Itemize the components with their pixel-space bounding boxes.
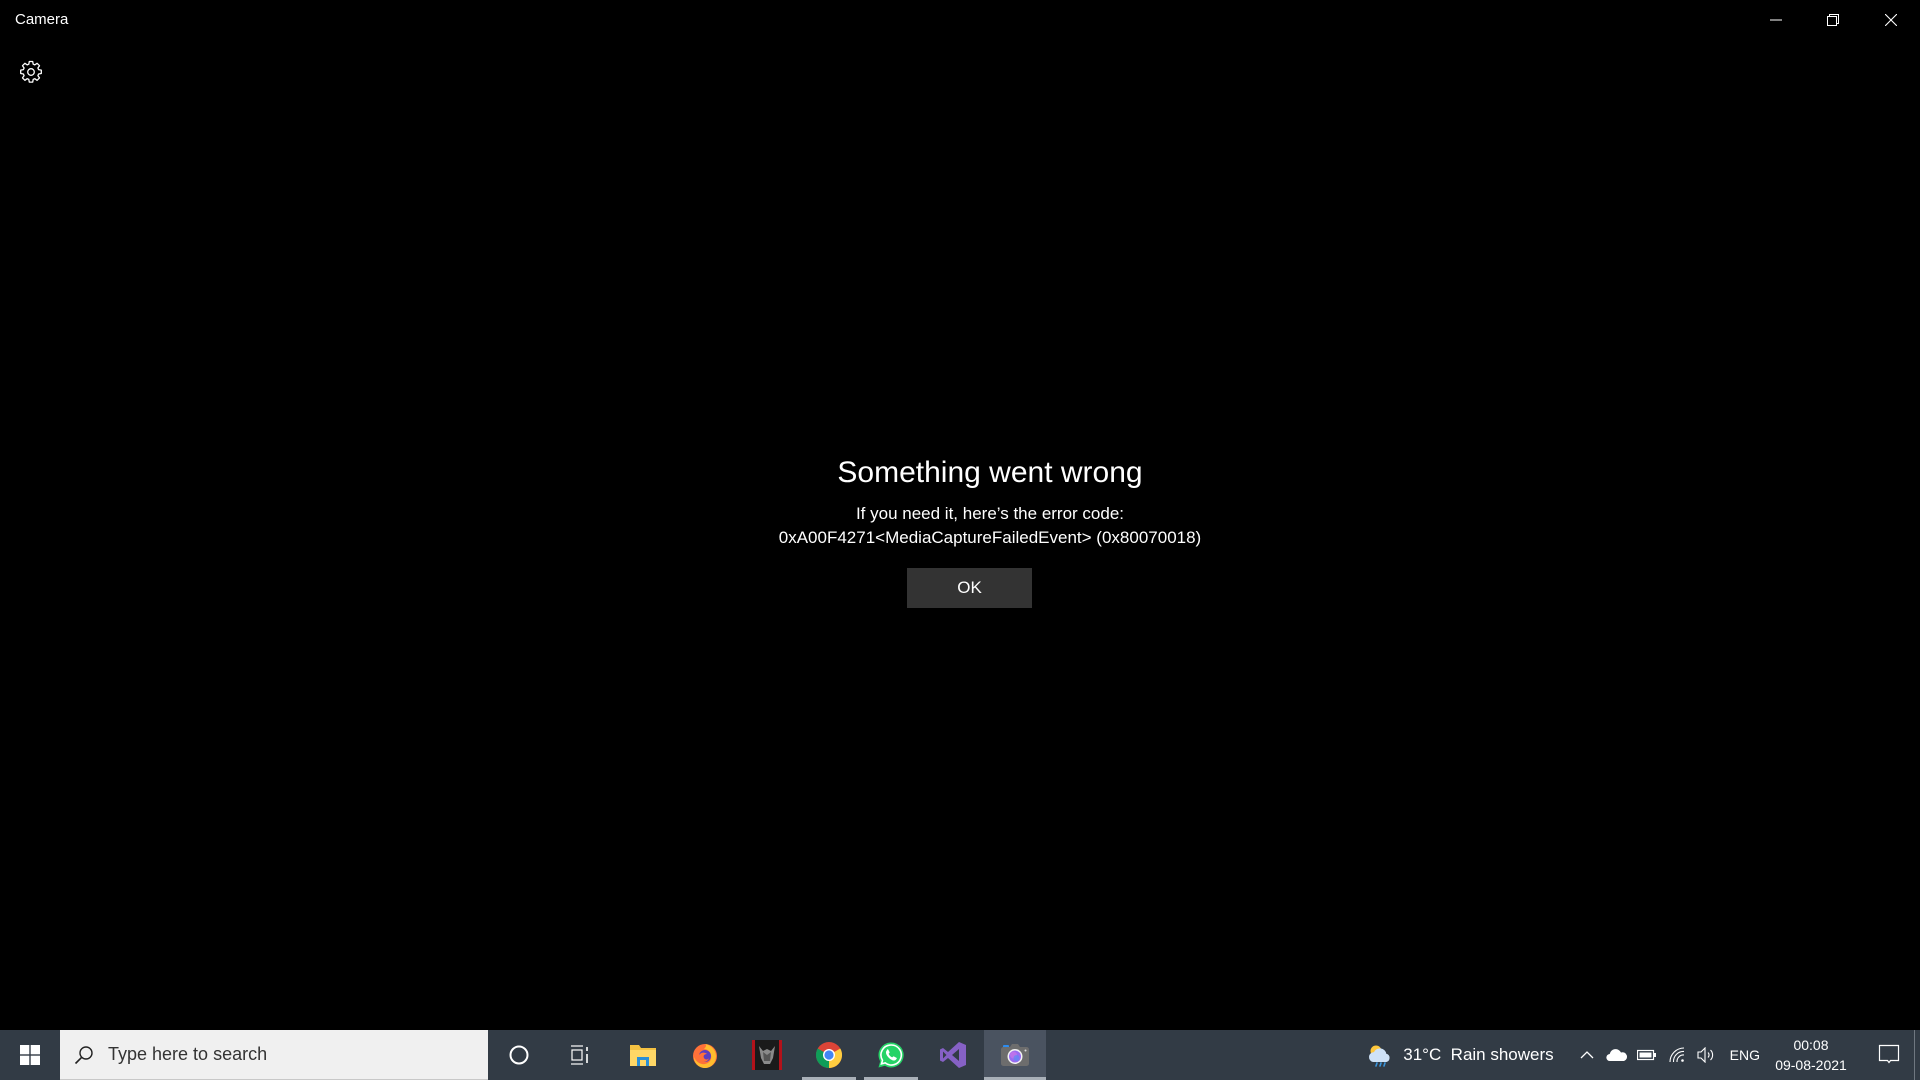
gear-icon [20,60,42,83]
system-tray: 31°C Rain showers ENG 00:08 09-08-2021 [1367,1030,1920,1080]
volume-button[interactable] [1692,1030,1722,1080]
minimize-icon [1770,19,1782,21]
action-center-button[interactable] [1864,1030,1914,1080]
clock[interactable]: 00:08 09-08-2021 [1772,1035,1850,1075]
action-center-icon [1878,1044,1900,1064]
weather-widget[interactable]: 31°C Rain showers [1367,1043,1554,1067]
cloud-rain-sun-icon [1369,1045,1390,1067]
search-icon [74,1045,94,1065]
volume-icon [1697,1047,1713,1063]
taskbar-predator-sense[interactable] [736,1030,798,1080]
search-input[interactable]: Type here to search [60,1030,488,1080]
folder-icon [630,1045,656,1066]
onedrive-cloud-icon [1606,1049,1627,1062]
camera-icon [1001,1044,1029,1066]
minimize-button[interactable] [1753,0,1799,40]
restore-button[interactable] [1810,0,1856,40]
windows-logo-icon [20,1045,40,1065]
predator-icon [752,1040,782,1070]
search-placeholder: Type here to search [108,1044,268,1064]
task-view-icon [571,1045,588,1065]
restore-icon [1827,14,1839,26]
show-hidden-icons-button[interactable] [1572,1030,1602,1080]
battery-button[interactable] [1632,1030,1662,1080]
close-button[interactable] [1868,0,1914,40]
taskbar-file-explorer[interactable] [612,1030,674,1080]
error-title: Something went wrong [837,456,1143,489]
clock-time: 00:08 [1793,1037,1829,1053]
battery-icon [1636,1049,1656,1061]
chevron-up-icon [1580,1051,1594,1059]
error-subtitle: If you need it, here’s the error code: [855,504,1125,523]
app-title: Camera [15,11,69,28]
taskbar-chrome[interactable] [798,1030,860,1080]
ok-button[interactable]: OK [907,568,1032,608]
taskbar-cortana[interactable] [488,1030,550,1080]
input-language-indicator[interactable]: ENG [1730,1047,1760,1063]
visual-studio-icon [940,1042,966,1068]
wifi-icon [1669,1047,1684,1063]
title-bar: Camera [0,0,1920,40]
chrome-icon [815,1042,843,1069]
taskbar: Type here to search 31°C Rain showers EN… [0,1030,1920,1080]
network-button[interactable] [1662,1030,1692,1080]
taskbar-camera[interactable] [984,1030,1046,1080]
taskbar-task-view[interactable] [550,1030,612,1080]
settings-button[interactable] [14,55,48,89]
clock-date: 09-08-2021 [1775,1057,1847,1073]
onedrive-button[interactable] [1602,1030,1632,1080]
show-desktop-button[interactable] [1914,1030,1920,1080]
error-panel: Something went wrong If you need it, her… [0,450,1920,550]
firefox-icon [693,1044,717,1068]
start-button[interactable] [0,1030,60,1080]
weather-text: 31°C Rain showers [1403,1045,1554,1064]
cortana-circle-icon [509,1045,529,1065]
close-icon [1885,14,1897,26]
whatsapp-icon [878,1042,904,1068]
taskbar-visual-studio[interactable] [922,1030,984,1080]
taskbar-firefox[interactable] [674,1030,736,1080]
error-code: 0xA00F4271<MediaCaptureFailedEvent> (0x8… [778,528,1202,547]
taskbar-whatsapp[interactable] [860,1030,922,1080]
